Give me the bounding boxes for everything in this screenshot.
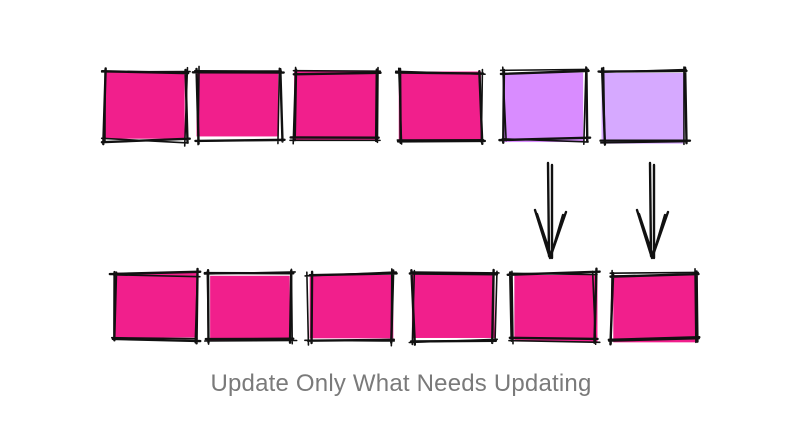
bottom-box-1 — [108, 267, 202, 345]
down-arrow-icon — [635, 161, 670, 260]
bottom-box-5 — [506, 267, 601, 346]
top-box-2 — [191, 65, 286, 146]
down-arrow-icon — [533, 161, 568, 260]
bottom-box-3 — [304, 268, 398, 347]
top-box-5 — [498, 66, 592, 146]
top-box-4 — [394, 67, 487, 146]
top-row — [100, 65, 692, 147]
bottom-box-2 — [203, 268, 298, 345]
top-box-1 — [100, 66, 191, 147]
bottom-box-4 — [408, 268, 500, 346]
update-arrows — [533, 161, 670, 260]
top-box-3 — [289, 66, 382, 145]
bottom-box-6 — [607, 268, 701, 346]
top-box-6 — [597, 66, 692, 146]
bottom-row — [108, 267, 701, 347]
diagram-caption: Update Only What Needs Updating — [210, 370, 592, 397]
